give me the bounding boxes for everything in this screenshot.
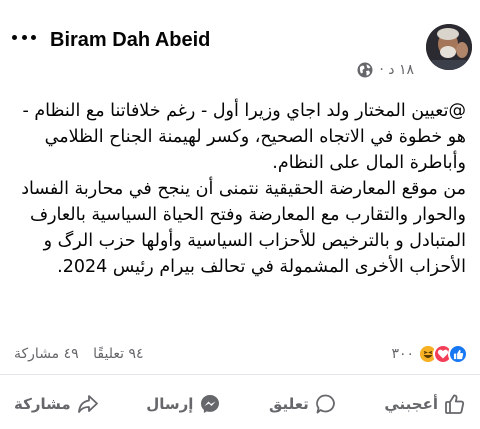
- send-label: إرسال: [146, 395, 194, 413]
- like-reaction-icon: [448, 344, 468, 364]
- comment-bubble-icon: [315, 393, 337, 415]
- like-button[interactable]: أعجبني: [384, 386, 466, 422]
- comment-button[interactable]: تعليق: [269, 386, 337, 422]
- engagement-stats: ٩٤ تعليقًا ٤٩ مشاركة: [14, 346, 144, 362]
- post-actions: أعجبني تعليق إرسال مشاركة: [0, 386, 480, 422]
- send-button[interactable]: إرسال: [146, 386, 221, 422]
- engagement-summary: ٩٤ تعليقًا ٤٩ مشاركة ٣٠٠: [0, 342, 480, 368]
- more-options-button[interactable]: [12, 30, 36, 44]
- post-meta: ١٨ د ·: [357, 62, 414, 78]
- more-dot-icon: [31, 34, 36, 40]
- more-dot-icon: [21, 34, 27, 40]
- post-body: @تعيين المختار ولد اجاي وزيرا أول - رغم …: [10, 98, 466, 280]
- post-header: Biram Dah Abeid ١٨ د ·: [0, 0, 480, 80]
- post-paragraph: من موقع المعارضة الحقيقية نتمنى أن ينجح …: [21, 179, 466, 277]
- comment-count[interactable]: ٩٤ تعليقًا: [93, 346, 143, 362]
- post-paragraph: @تعيين المختار ولد اجاي وزيرا أول - رغم …: [22, 101, 466, 173]
- thumbs-up-icon: [444, 393, 466, 415]
- share-count[interactable]: ٤٩ مشاركة: [14, 346, 79, 362]
- avatar-image: [426, 24, 472, 70]
- share-label: مشاركة: [14, 395, 71, 413]
- comment-label: تعليق: [268, 395, 309, 413]
- reactions-summary[interactable]: ٣٠٠: [391, 344, 468, 364]
- more-dot-icon: [12, 34, 17, 40]
- share-button[interactable]: مشاركة: [14, 386, 99, 422]
- like-label: أعجبني: [384, 395, 438, 413]
- reaction-count[interactable]: ٣٠٠: [391, 346, 414, 362]
- divider: [0, 374, 480, 375]
- author-name[interactable]: Biram Dah Abeid: [50, 29, 210, 52]
- globe-icon[interactable]: [357, 62, 373, 78]
- reaction-icons: [418, 344, 468, 364]
- messenger-icon: [199, 393, 221, 415]
- author-avatar[interactable]: [426, 24, 472, 70]
- share-arrow-icon: [77, 393, 99, 415]
- post-timestamp[interactable]: ١٨ د ·: [379, 62, 414, 78]
